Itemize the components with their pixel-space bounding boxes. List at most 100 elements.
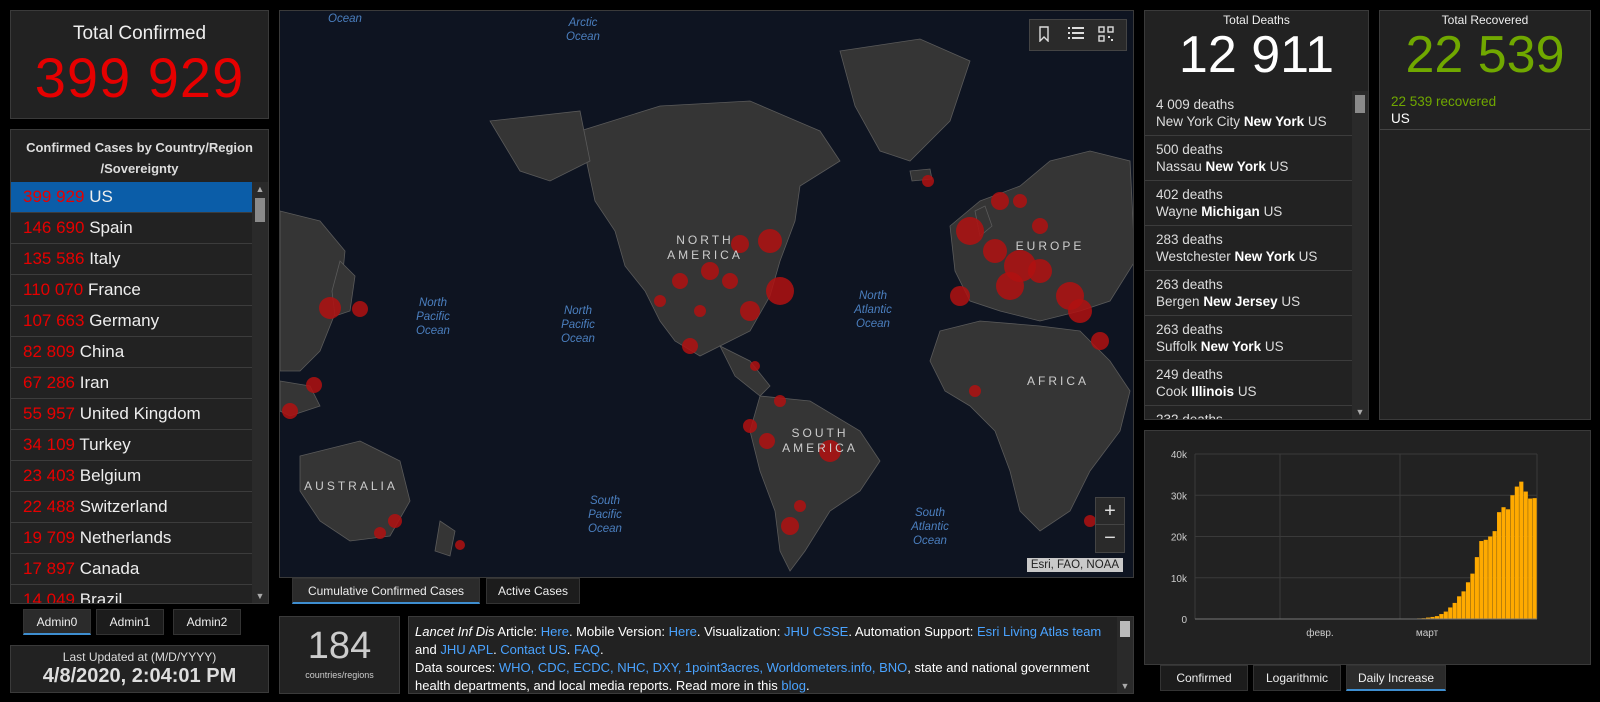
deaths-row[interactable]: 402 deaths Wayne Michigan US — [1145, 181, 1352, 226]
deaths-state: New York — [1243, 114, 1305, 129]
country-row[interactable]: 19 709 Netherlands — [11, 523, 252, 554]
info-text: Lancet Inf Dis Article: Here. Mobile Ver… — [415, 623, 1111, 693]
country-row[interactable]: 22 488 Switzerland — [11, 492, 252, 523]
deaths-count: 500 deaths — [1156, 142, 1223, 157]
deaths-location: Cook Illinois US — [1156, 383, 1352, 400]
continent-label: AUSTRALIA — [304, 479, 398, 493]
continent-label: NORTH AMERICA — [667, 233, 743, 262]
scroll-down-icon[interactable]: ▼ — [252, 589, 268, 603]
tab-logarithmic[interactable]: Logarithmic — [1253, 665, 1341, 691]
bar — [1465, 582, 1471, 619]
country-name: Brazil — [79, 590, 123, 603]
scroll-up-icon[interactable]: ▲ — [252, 182, 268, 196]
zoom-out-button[interactable]: − — [1096, 525, 1124, 552]
deaths-country: US — [1263, 204, 1283, 219]
bar — [1483, 539, 1488, 619]
last-updated-panel: Last Updated at (M/D/YYYY) 4/8/2020, 2:0… — [10, 645, 269, 693]
deaths-location: Suffolk New York US — [1156, 338, 1352, 355]
map-canvas[interactable] — [280, 11, 1134, 578]
tab-admin1[interactable]: Admin1 — [96, 609, 164, 635]
deaths-row[interactable]: 249 deaths Cook Illinois US — [1145, 361, 1352, 406]
deaths-place: Nassau — [1156, 159, 1202, 174]
countries-count-label: countries/regions — [305, 670, 374, 680]
y-tick-label: 40k — [1171, 450, 1188, 461]
scroll-thumb[interactable] — [255, 198, 265, 222]
jhu-apl-link[interactable]: JHU APL — [440, 642, 493, 657]
blog-link[interactable]: blog — [781, 678, 806, 693]
deaths-location: Bergen New Jersey US — [1156, 293, 1352, 310]
country-name: Canada — [79, 559, 140, 578]
tab-admin2[interactable]: Admin2 — [173, 609, 241, 635]
deaths-count: 4 009 deaths — [1156, 97, 1235, 112]
scroll-thumb[interactable] — [1355, 95, 1365, 113]
country-row[interactable]: 14 049 Brazil — [11, 585, 252, 603]
country-row[interactable]: 17 897 Canada — [11, 554, 252, 585]
total-deaths-panel: Total Deaths 12 911 4 009 deaths New York… — [1144, 10, 1369, 420]
legend-list-icon[interactable] — [1068, 26, 1088, 46]
divider — [1380, 129, 1590, 130]
tab-daily-increase[interactable]: Daily Increase — [1346, 665, 1446, 691]
tab-cumulative-confirmed[interactable]: Cumulative Confirmed Cases — [292, 578, 480, 604]
deaths-row[interactable]: 263 deaths Bergen New Jersey US — [1145, 271, 1352, 316]
info-text-span: . — [805, 678, 810, 693]
faq-link[interactable]: FAQ — [574, 642, 600, 657]
last-updated-value: 4/8/2020, 2:04:01 PM — [42, 665, 237, 687]
country-row[interactable]: 146 690 Spain — [11, 213, 252, 244]
country-row[interactable]: 399 929 US — [11, 182, 252, 213]
zoom-in-button[interactable]: + — [1096, 498, 1124, 525]
mobile-version-link[interactable]: Here — [669, 624, 697, 639]
deaths-count: 402 deaths — [1156, 187, 1223, 202]
country-row[interactable]: 67 286 Iran — [11, 368, 252, 399]
country-list-header: Confirmed Cases by Country/Region /Sover… — [26, 140, 253, 176]
bar — [1474, 557, 1479, 619]
world-map[interactable]: Ocean Arctic Ocean North Pacific Ocean N… — [279, 10, 1134, 578]
deaths-state: New York — [1205, 159, 1266, 174]
country-row[interactable]: 135 586 Italy — [11, 244, 252, 275]
info-text-span: . Mobile Version: — [568, 624, 669, 639]
bar — [1492, 531, 1497, 619]
country-list[interactable]: 399 929 US 146 690 Spain 135 586 Italy 110 … — [11, 182, 252, 603]
country-count: 55 957 — [23, 404, 75, 423]
contact-link[interactable]: Contact US — [500, 642, 566, 657]
tab-active-cases[interactable]: Active Cases — [486, 578, 580, 604]
deaths-country: US — [1298, 249, 1318, 264]
country-row[interactable]: 23 403 Belgium — [11, 461, 252, 492]
qr-code-icon[interactable] — [1098, 26, 1118, 46]
country-row[interactable]: 55 957 United Kingdom — [11, 399, 252, 430]
jhu-csse-link[interactable]: JHU CSSE — [784, 624, 848, 639]
zoom-control: + − — [1095, 497, 1125, 553]
deaths-row[interactable]: 283 deaths Westchester New York US — [1145, 226, 1352, 271]
deaths-location: Nassau New York US — [1156, 158, 1352, 175]
bar — [1532, 498, 1537, 619]
country-row[interactable]: 110 070 France — [11, 275, 252, 306]
esri-link[interactable]: Esri Living Atlas team — [977, 624, 1101, 639]
deaths-place: Wayne — [1156, 204, 1198, 219]
country-name: Germany — [89, 311, 160, 330]
total-confirmed-value: 399 929 — [34, 46, 245, 109]
data-sources-links[interactable]: WHO, CDC, ECDC, NHC, DXY, 1point3acres, … — [499, 660, 907, 675]
article-link[interactable]: Here — [541, 624, 569, 639]
tab-admin0[interactable]: Admin0 — [23, 609, 91, 635]
deaths-row[interactable]: 232 deaths — [1145, 406, 1352, 419]
daily-increase-chart-panel: 0 10k 20k 30k 40k февр. март — [1144, 430, 1591, 665]
deaths-row[interactable]: 4 009 deaths New York City New York US — [1145, 91, 1352, 136]
bar — [1479, 541, 1484, 619]
country-row[interactable]: 34 109 Turkey — [11, 430, 252, 461]
country-list-scrollbar[interactable]: ▲ ▼ — [252, 182, 268, 603]
tab-confirmed[interactable]: Confirmed — [1160, 665, 1248, 691]
info-scrollbar[interactable]: ▼ — [1117, 617, 1133, 693]
deaths-list[interactable]: 4 009 deaths New York City New York US 500… — [1145, 91, 1352, 419]
scroll-down-icon[interactable]: ▼ — [1352, 405, 1368, 419]
deaths-list-scrollbar[interactable]: ▼ — [1352, 91, 1368, 419]
scroll-thumb[interactable] — [1120, 621, 1130, 637]
country-row[interactable]: 107 663 Germany — [11, 306, 252, 337]
bookmark-icon[interactable] — [1038, 26, 1058, 46]
deaths-row[interactable]: 263 deaths Suffolk New York US — [1145, 316, 1352, 361]
deaths-count: 263 deaths — [1156, 322, 1223, 337]
deaths-row[interactable]: 500 deaths Nassau New York US — [1145, 136, 1352, 181]
bar — [1497, 512, 1502, 619]
country-row[interactable]: 82 809 China — [11, 337, 252, 368]
country-count: 110 070 — [23, 280, 84, 299]
bar — [1452, 602, 1457, 619]
scroll-down-icon[interactable]: ▼ — [1117, 679, 1133, 693]
